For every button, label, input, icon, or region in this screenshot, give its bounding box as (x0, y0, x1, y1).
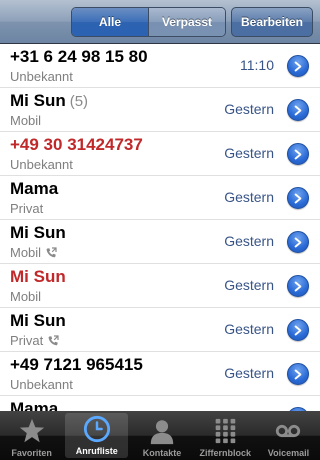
outgoing-call-icon (47, 334, 59, 347)
number-type: Mobil (10, 245, 57, 260)
edit-button[interactable]: Bearbeiten (231, 7, 313, 37)
call-row[interactable]: Mi Sun Privat Gestern (0, 308, 320, 352)
segment-all[interactable]: Alle (72, 8, 148, 36)
tab-anrufliste[interactable]: Anrufliste (65, 413, 129, 458)
caller-name-text: Mi Sun (10, 311, 66, 330)
keypad-icon (209, 416, 241, 446)
tab-kontakte[interactable]: Kontakte (130, 411, 193, 460)
caller-name-text: Mama (10, 399, 59, 411)
number-type-label: Mobil (10, 113, 42, 128)
number-type-label: Privat (10, 201, 44, 216)
caller-name: Mi Sun (10, 267, 66, 287)
detail-disclosure-icon[interactable] (287, 363, 309, 385)
nav-bar: Alle Verpasst Bearbeiten (0, 0, 320, 44)
caller-name-text: +49 7121 965415 (10, 355, 143, 374)
number-type: Unbekannt (10, 69, 73, 84)
call-row[interactable]: Mi Sun Mobil Gestern (0, 264, 320, 308)
tab-favoriten[interactable]: Favoriten (0, 411, 63, 460)
number-type: Privat (10, 201, 43, 216)
number-type-label: Unbekannt (10, 157, 73, 172)
number-type-label: Mobil (10, 245, 42, 260)
call-row[interactable]: Mi Sun (5) Mobil Gestern (0, 88, 320, 132)
call-time: Gestern (224, 145, 274, 161)
detail-disclosure-icon[interactable] (287, 275, 309, 297)
filter-segmented-control: Alle Verpasst (71, 7, 226, 37)
caller-name: Mama (10, 179, 58, 199)
call-row[interactable]: Mama (0, 396, 320, 411)
caller-name-text: Mama (10, 179, 59, 198)
caller-name-text: +49 30 31424737 (10, 135, 143, 154)
caller-name-text: Mi Sun (10, 91, 66, 110)
number-type-label: Unbekannt (10, 377, 73, 392)
number-type: Unbekannt (10, 157, 73, 172)
caller-name: +31 6 24 98 15 80 (10, 47, 148, 67)
caller-name: Mi Sun (10, 311, 66, 331)
detail-disclosure-icon[interactable] (287, 55, 309, 77)
detail-disclosure-icon[interactable] (287, 99, 309, 121)
tab-voicemail[interactable]: Voicemail (257, 411, 320, 460)
number-type: Privat (10, 333, 59, 348)
number-type-label: Unbekannt (10, 69, 73, 84)
call-row[interactable]: Mi Sun Mobil Gestern (0, 220, 320, 264)
caller-name: Mi Sun (10, 223, 66, 243)
caller-name: +49 7121 965415 (10, 355, 143, 375)
clock-icon (81, 414, 113, 444)
number-type: Mobil (10, 289, 41, 304)
call-time: Gestern (224, 365, 274, 381)
number-type-label: Mobil (10, 289, 42, 304)
tab-label: Anrufliste (75, 446, 118, 456)
detail-disclosure-icon[interactable] (287, 319, 309, 341)
tab-label: Favoriten (11, 448, 52, 458)
call-time: 11:10 (240, 57, 274, 73)
number-type: Unbekannt (10, 377, 73, 392)
call-row[interactable]: +49 30 31424737 Unbekannt Gestern (0, 132, 320, 176)
caller-name-text: Mi Sun (10, 223, 66, 242)
tab-ziffernblock[interactable]: Ziffernblock (194, 411, 257, 460)
call-count: (5) (69, 93, 89, 110)
caller-name-text: Mi Sun (10, 267, 66, 286)
tab-label: Voicemail (267, 448, 310, 458)
call-time: Gestern (224, 101, 274, 117)
caller-name: Mama (10, 399, 58, 411)
detail-disclosure-icon[interactable] (287, 231, 309, 253)
call-time: Gestern (224, 233, 274, 249)
caller-name: +49 30 31424737 (10, 135, 143, 155)
segment-missed[interactable]: Verpasst (148, 8, 225, 36)
call-time: Gestern (224, 321, 274, 337)
detail-disclosure-icon[interactable] (287, 187, 309, 209)
call-row[interactable]: Mama Privat Gestern (0, 176, 320, 220)
detail-disclosure-icon[interactable] (287, 143, 309, 165)
contact-icon (146, 416, 178, 446)
number-type-label: Privat (10, 333, 44, 348)
call-list[interactable]: +31 6 24 98 15 80 Unbekannt 11:10 Mi Sun (5)… (0, 44, 320, 411)
outgoing-call-icon (45, 246, 57, 259)
number-type: Mobil (10, 113, 41, 128)
star-icon (16, 416, 48, 446)
tab-label: Kontakte (142, 448, 182, 458)
call-time: Gestern (224, 189, 274, 205)
caller-name-text: +31 6 24 98 15 80 (10, 47, 148, 66)
call-time: Gestern (224, 277, 274, 293)
caller-name: Mi Sun (5) (10, 91, 88, 111)
tab-bar: Favoriten Anrufliste Kontakte Ziffernblock V… (0, 411, 320, 460)
call-row[interactable]: +49 7121 965415 Unbekannt Gestern (0, 352, 320, 396)
call-row[interactable]: +31 6 24 98 15 80 Unbekannt 11:10 (0, 44, 320, 88)
tab-label: Ziffernblock (199, 448, 251, 458)
voicemail-icon (272, 416, 304, 446)
